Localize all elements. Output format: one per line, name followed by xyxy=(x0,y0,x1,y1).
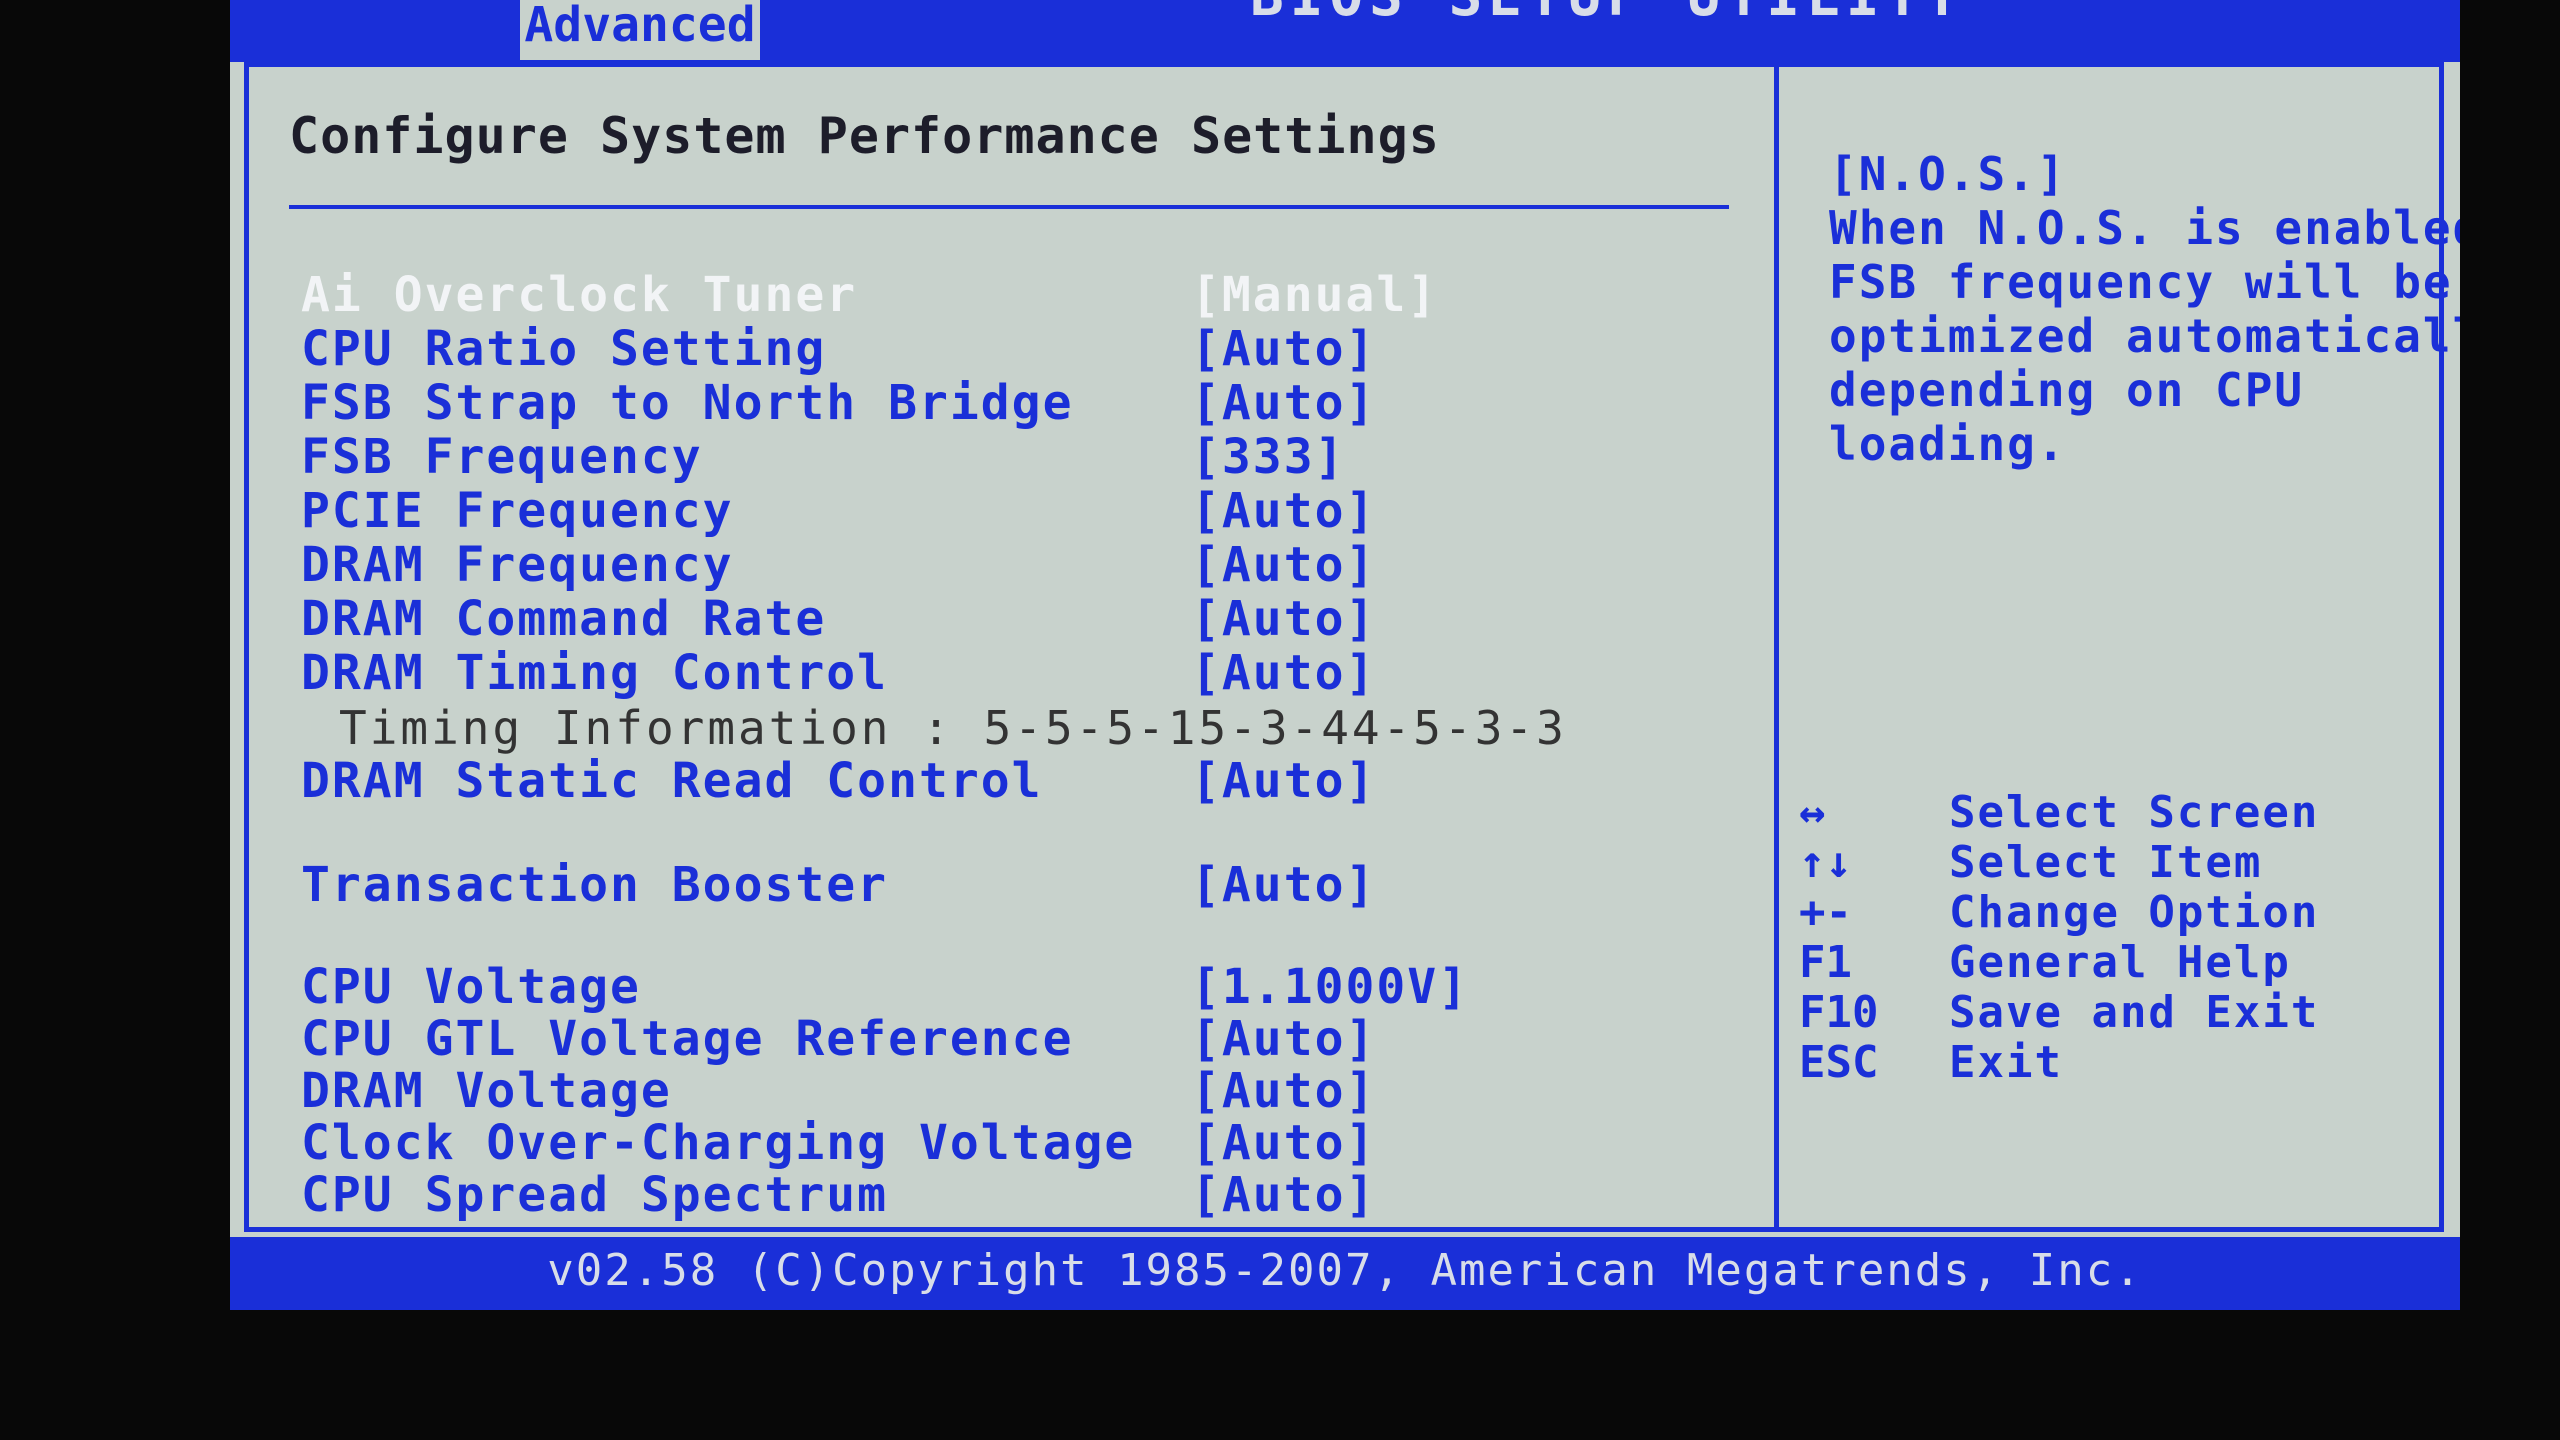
setting-label: Ai Overclock Tuner xyxy=(301,267,858,323)
setting-label: CPU Voltage xyxy=(301,959,641,1015)
key-esc: ESC xyxy=(1799,1037,1879,1088)
key-hint-general-help: F1 General Help xyxy=(1799,937,2399,988)
setting-value[interactable]: [Auto] xyxy=(1191,1063,1376,1119)
setting-transaction-booster[interactable]: Transaction Booster [Auto] xyxy=(301,857,1721,913)
help-line: FSB frequency will be xyxy=(1829,255,2453,309)
setting-value[interactable]: [Auto] xyxy=(1191,483,1376,539)
key-hint-desc: Select Item xyxy=(1949,837,2263,888)
setting-dram-timing-control[interactable]: DRAM Timing Control [Auto] xyxy=(301,645,1721,701)
page-title: Configure System Performance Settings xyxy=(289,107,1440,165)
help-title: [N.O.S.] xyxy=(1829,147,2067,201)
setting-value[interactable]: [Auto] xyxy=(1191,753,1376,809)
setting-fsb-frequency[interactable]: FSB Frequency [333] xyxy=(301,429,1721,485)
key-hint-desc: Exit xyxy=(1949,1037,2063,1088)
key-hint-change-option: +- Change Option xyxy=(1799,887,2399,938)
help-line: loading. xyxy=(1829,417,2067,471)
bios-screen: BIOS SETUP UTILITY Advanced Configure Sy… xyxy=(230,0,2460,1310)
key-hint-exit: ESC Exit xyxy=(1799,1037,2399,1088)
help-line: When N.O.S. is enabled xyxy=(1829,201,2460,255)
setting-value[interactable]: [Auto] xyxy=(1191,537,1376,593)
setting-label: CPU GTL Voltage Reference xyxy=(301,1011,1074,1067)
key-hint-select-item: ↑↓ Select Item xyxy=(1799,837,2399,888)
setting-value[interactable]: [Auto] xyxy=(1191,1115,1376,1171)
key-hint-desc: Select Screen xyxy=(1949,787,2320,838)
setting-label: DRAM Command Rate xyxy=(301,591,827,647)
setting-value[interactable]: [Auto] xyxy=(1191,591,1376,647)
setting-dram-frequency[interactable]: DRAM Frequency [Auto] xyxy=(301,537,1721,593)
key-hint-desc: Change Option xyxy=(1949,887,2320,938)
key-hint-desc: Save and Exit xyxy=(1949,987,2320,1038)
setting-value[interactable]: [Auto] xyxy=(1191,321,1376,377)
setting-dram-voltage[interactable]: DRAM Voltage [Auto] xyxy=(301,1063,1721,1119)
plus-minus-icon: +- xyxy=(1799,887,1852,938)
key-f10: F10 xyxy=(1799,987,1879,1038)
setting-fsb-strap[interactable]: FSB Strap to North Bridge [Auto] xyxy=(301,375,1721,431)
key-hint-select-screen: ↔ Select Screen xyxy=(1799,787,2399,838)
setting-label: DRAM Frequency xyxy=(301,537,734,593)
help-panel: [N.O.S.] When N.O.S. is enabled FSB freq… xyxy=(1779,67,2460,1227)
setting-value[interactable]: [Auto] xyxy=(1191,857,1376,913)
setting-ai-overclock-tuner[interactable]: Ai Overclock Tuner [Manual] xyxy=(301,267,1721,323)
left-right-arrow-icon: ↔ xyxy=(1799,787,1826,838)
tab-advanced[interactable]: Advanced xyxy=(520,0,760,60)
setting-value[interactable]: [333] xyxy=(1191,429,1346,485)
setting-label: Transaction Booster xyxy=(301,857,889,913)
key-hint-desc: General Help xyxy=(1949,937,2291,988)
setting-value[interactable]: [1.1000V] xyxy=(1191,959,1469,1015)
settings-panel: Configure System Performance Settings Ai… xyxy=(249,67,1779,1227)
setting-label: Clock Over-Charging Voltage xyxy=(301,1115,1136,1171)
setting-label: CPU Spread Spectrum xyxy=(301,1167,889,1223)
setting-cpu-gtl-voltage[interactable]: CPU GTL Voltage Reference [Auto] xyxy=(301,1011,1721,1067)
copyright-footer: v02.58 (C)Copyright 1985-2007, American … xyxy=(230,1237,2460,1310)
up-down-arrow-icon: ↑↓ xyxy=(1799,837,1852,888)
setting-clock-over-charging[interactable]: Clock Over-Charging Voltage [Auto] xyxy=(301,1115,1721,1171)
setting-value[interactable]: [Manual] xyxy=(1191,267,1438,323)
setting-label: DRAM Voltage xyxy=(301,1063,672,1119)
setting-label: FSB Frequency xyxy=(301,429,703,485)
key-f1: F1 xyxy=(1799,937,1852,988)
main-frame: Configure System Performance Settings Ai… xyxy=(244,62,2460,1232)
setting-value[interactable]: [Auto] xyxy=(1191,1011,1376,1067)
setting-cpu-ratio[interactable]: CPU Ratio Setting [Auto] xyxy=(301,321,1721,377)
setting-value[interactable]: [Auto] xyxy=(1191,645,1376,701)
setting-dram-command-rate[interactable]: DRAM Command Rate [Auto] xyxy=(301,591,1721,647)
title-divider xyxy=(289,205,1729,209)
setting-label: DRAM Timing Control xyxy=(301,645,889,701)
setting-label: FSB Strap to North Bridge xyxy=(301,375,1074,431)
setting-label: CPU Ratio Setting xyxy=(301,321,827,377)
top-menu-bar: BIOS SETUP UTILITY Advanced xyxy=(230,0,2460,62)
setting-value[interactable]: [Auto] xyxy=(1191,375,1376,431)
setting-pcie-frequency[interactable]: PCIE Frequency [Auto] xyxy=(301,483,1721,539)
help-line: depending on CPU xyxy=(1829,363,2305,417)
setting-cpu-spread-spectrum[interactable]: CPU Spread Spectrum [Auto] xyxy=(301,1167,1721,1223)
setting-dram-static-read[interactable]: DRAM Static Read Control [Auto] xyxy=(301,753,1721,809)
setting-cpu-voltage[interactable]: CPU Voltage [1.1000V] xyxy=(301,959,1721,1015)
setting-label: PCIE Frequency xyxy=(301,483,734,539)
setting-value[interactable]: [Auto] xyxy=(1191,1167,1376,1223)
timing-information: Timing Information : 5-5-5-15-3-44-5-3-3 xyxy=(339,701,1567,755)
help-line: optimized automaticall xyxy=(1829,309,2460,363)
setting-label: DRAM Static Read Control xyxy=(301,753,1043,809)
utility-title: BIOS SETUP UTILITY xyxy=(1250,0,1965,29)
key-hint-save-exit: F10 Save and Exit xyxy=(1799,987,2399,1038)
